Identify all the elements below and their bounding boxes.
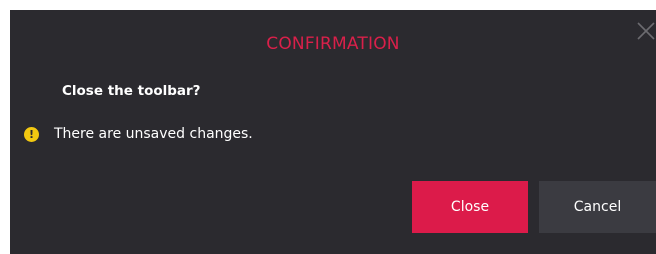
dialog-title: CONFIRMATION bbox=[266, 34, 400, 54]
dialog-question: Close the toolbar? bbox=[62, 83, 201, 99]
cancel-button[interactable]: Cancel bbox=[539, 181, 656, 233]
confirmation-dialog: CONFIRMATION Close the toolbar? ! There … bbox=[10, 10, 656, 254]
message-row: ! There are unsaved changes. bbox=[24, 125, 253, 143]
dialog-message: There are unsaved changes. bbox=[54, 126, 253, 142]
warning-icon: ! bbox=[24, 126, 39, 142]
close-button[interactable]: Close bbox=[412, 181, 528, 233]
